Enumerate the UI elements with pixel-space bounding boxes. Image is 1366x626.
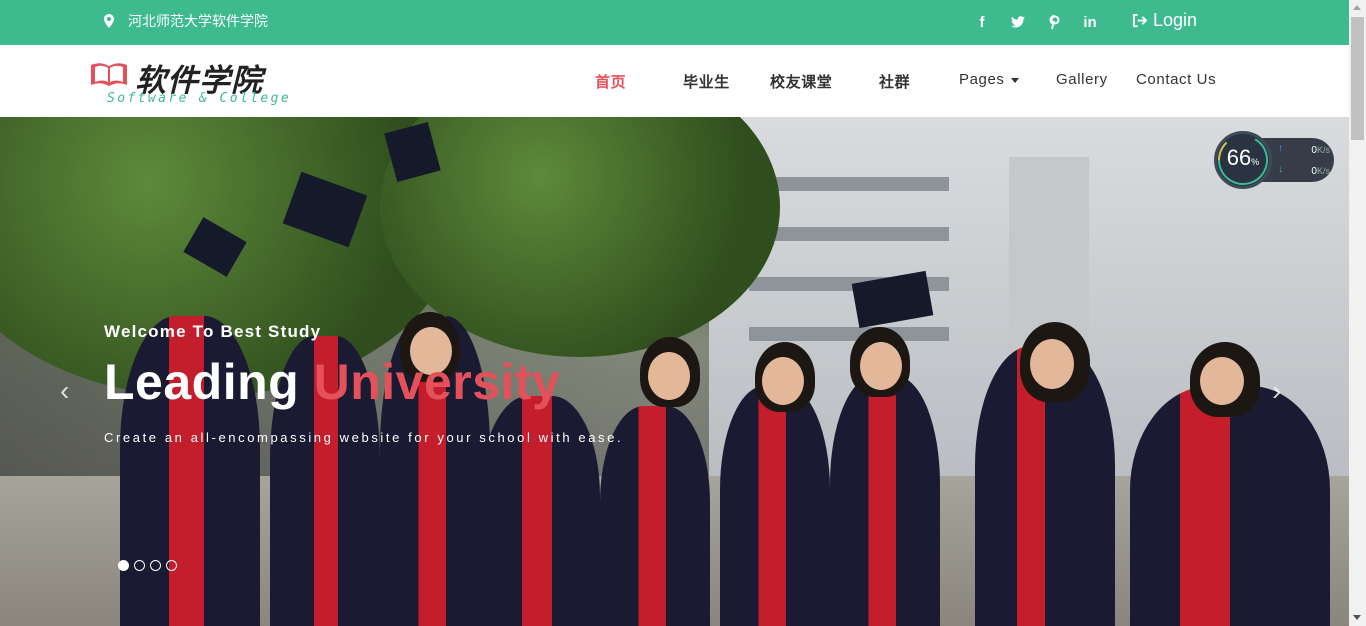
sign-in-icon [1132, 13, 1147, 28]
nav-item-community[interactable]: 社群 [879, 71, 910, 92]
graduate-face [762, 357, 804, 405]
nav-item-graduates[interactable]: 毕业生 [683, 71, 730, 92]
download-rate: 0K/s [1280, 166, 1330, 177]
login-label: Login [1153, 10, 1198, 30]
network-speed-widget[interactable]: 66% ↑ ↓ 0K/s 0K/s [1214, 131, 1336, 189]
facebook-icon[interactable]: f [964, 12, 1000, 32]
twitter-icon[interactable] [1000, 12, 1036, 32]
hero-welcome: Welcome To Best Study [104, 322, 322, 341]
linkedin-icon[interactable]: in [1072, 12, 1108, 32]
speed-percent-unit: % [1251, 157, 1260, 167]
hero-tagline: Create an all-encompassing website for y… [104, 430, 624, 445]
slider-dot-3[interactable] [150, 560, 161, 571]
pinterest-icon[interactable] [1036, 12, 1072, 32]
hero-headline-accent: University [313, 354, 561, 410]
nav-item-alumni-class[interactable]: 校友课堂 [770, 71, 832, 92]
graduate-figure [720, 386, 830, 626]
hero-headline-main: Leading [104, 354, 300, 410]
main-navbar: 软件学院 Software & College 首页 毕业生 校友课堂 社群 P… [0, 45, 1349, 117]
download-unit: K/s [1316, 166, 1330, 176]
chevron-right-icon[interactable]: › [1272, 375, 1281, 407]
nav-item-pages[interactable]: Pages [959, 71, 1019, 88]
upload-unit: K/s [1316, 145, 1330, 155]
hero-headline: Leading University [104, 353, 560, 411]
graduate-figure [1130, 386, 1330, 626]
speed-percent: 66% [1214, 145, 1272, 171]
nav-item-gallery[interactable]: Gallery [1056, 71, 1108, 88]
caret-down-icon [1010, 77, 1019, 83]
book-icon [91, 63, 127, 86]
top-bar: 河北师范大学软件学院 f in Login [0, 0, 1349, 45]
speed-percent-value: 66 [1226, 145, 1252, 170]
nav-item-home[interactable]: 首页 [595, 71, 626, 92]
scroll-down-icon[interactable] [1353, 615, 1361, 620]
graduate-figure [830, 376, 940, 626]
logo-en: Software & College [107, 91, 292, 106]
address-text: 河北师范大学软件学院 [128, 13, 268, 29]
upload-rate: 0K/s [1280, 145, 1330, 156]
map-pin-icon [104, 14, 114, 28]
nav-item-contact[interactable]: Contact Us [1136, 71, 1216, 88]
chevron-left-icon[interactable]: ‹ [60, 375, 69, 407]
nav-item-pages-label: Pages [959, 71, 1005, 88]
graduate-face [648, 352, 690, 400]
slider-dot-1[interactable] [118, 560, 129, 571]
slider-dot-4[interactable] [166, 560, 177, 571]
graduate-face [860, 342, 902, 390]
scrollbar-thumb[interactable] [1351, 17, 1364, 140]
scroll-up-icon[interactable] [1353, 5, 1361, 10]
graduate-face [1030, 339, 1074, 389]
hero-slider: Welcome To Best Study Leading University… [0, 117, 1349, 626]
slider-dot-2[interactable] [134, 560, 145, 571]
slider-dots [118, 560, 177, 571]
address: 河北师范大学软件学院 [104, 11, 268, 31]
social-links: f in [964, 12, 1108, 32]
login-link[interactable]: Login [1132, 10, 1197, 31]
graduate-face [1200, 357, 1244, 405]
page-scrollbar[interactable] [1349, 0, 1366, 626]
